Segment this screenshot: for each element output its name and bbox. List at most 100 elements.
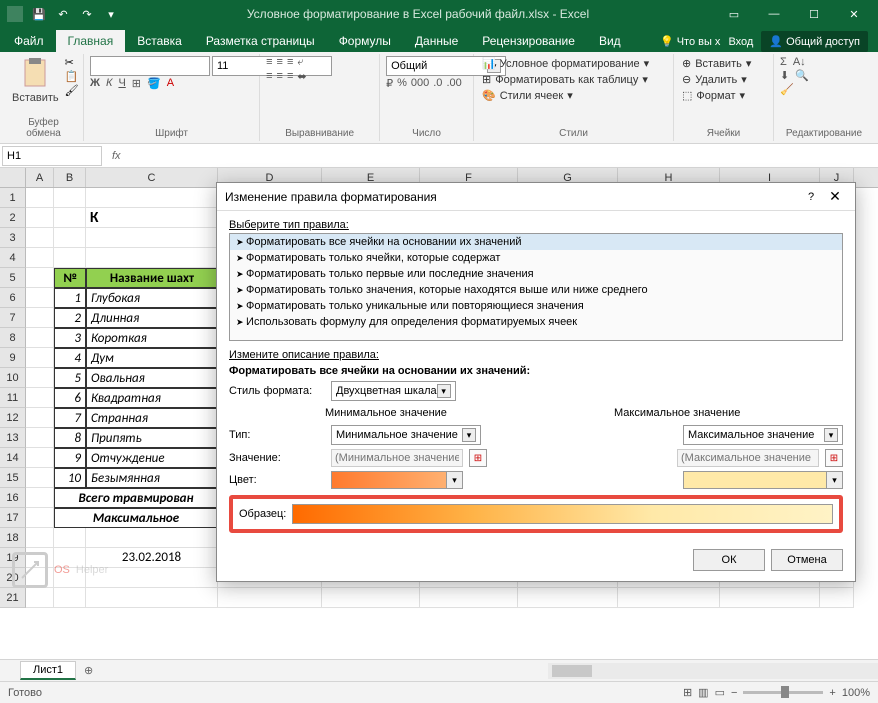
zoom-in[interactable]: + [829,687,835,699]
align-bot[interactable]: ≡ [287,56,293,69]
maximize-button[interactable]: ☐ [794,0,834,28]
cell[interactable] [26,348,54,368]
dec-dec[interactable]: .00 [446,77,461,90]
comma-button[interactable]: 000 [411,77,429,90]
undo-button[interactable]: ↶ [52,3,74,25]
rule-type-list[interactable]: Форматировать все ячейки на основании их… [229,233,843,341]
close-button[interactable]: ✕ [834,0,874,28]
cell[interactable] [86,188,218,208]
bold-button[interactable]: Ж [90,77,100,90]
col-header-C[interactable]: C [86,168,218,187]
view-break[interactable]: ▭ [715,686,725,699]
cell[interactable]: 1 [54,288,86,308]
format-painter-icon[interactable]: 🖌 [65,84,79,97]
rule-option[interactable]: Форматировать только уникальные или повт… [230,298,842,314]
align-right[interactable]: ≡ [287,70,293,83]
cell[interactable] [26,388,54,408]
cell[interactable]: 9 [54,448,86,468]
cell[interactable] [86,228,218,248]
min-value-input[interactable] [331,449,463,467]
cell[interactable]: 5 [54,368,86,388]
tab-home[interactable]: Главная [56,30,126,52]
autosum-button[interactable]: Σ [780,56,787,68]
share-button[interactable]: 👤 Общий доступ [761,31,868,52]
max-color-picker[interactable]: ▾ [683,471,843,489]
tab-data[interactable]: Данные [403,30,470,52]
format-cells[interactable]: ⬚ Формат ▾ [680,88,747,103]
dialog-help[interactable]: ? [799,191,823,203]
cell[interactable] [26,428,54,448]
fx-icon[interactable]: fx [104,150,129,162]
ok-button[interactable]: ОК [693,549,765,571]
cell[interactable] [26,448,54,468]
zoom-slider[interactable] [743,691,823,694]
align-mid[interactable]: ≡ [277,56,283,69]
cell[interactable]: Короткая [86,328,218,348]
cell[interactable] [54,228,86,248]
italic-button[interactable]: К [106,77,112,90]
cell[interactable] [26,488,54,508]
cell[interactable] [820,588,854,608]
cell[interactable] [26,528,54,548]
cell[interactable] [26,208,54,228]
rule-option[interactable]: Форматировать только значения, которые н… [230,282,842,298]
cell[interactable] [26,188,54,208]
cell[interactable] [322,588,420,608]
signin[interactable]: Вход [728,36,753,48]
max-ref-icon[interactable]: ⊞ [825,449,843,467]
cell[interactable] [54,528,86,548]
row-header[interactable]: 3 [0,228,26,248]
row-header[interactable]: 4 [0,248,26,268]
cell[interactable]: Всего травмирован [54,488,218,508]
row-header[interactable]: 11 [0,388,26,408]
rule-option[interactable]: Использовать формулу для определения фор… [230,314,842,330]
row-header[interactable]: 12 [0,408,26,428]
cell[interactable] [54,208,86,228]
cell[interactable] [26,288,54,308]
cell[interactable] [420,588,518,608]
format-style-combo[interactable]: Двухцветная шкала▾ [331,381,456,401]
cell[interactable] [720,588,820,608]
underline-button[interactable]: Ч [118,77,125,90]
cell[interactable] [26,408,54,428]
cut-icon[interactable]: ✂ [65,56,79,69]
cell[interactable]: № [54,268,86,288]
redo-button[interactable]: ↷ [76,3,98,25]
tab-file[interactable]: Файл [2,30,56,52]
cell[interactable] [54,588,86,608]
max-type-combo[interactable]: Максимальное значение▾ [683,425,843,445]
dialog-close[interactable]: ✕ [823,188,847,205]
new-sheet-button[interactable]: ⊕ [76,664,101,677]
wrap-text[interactable]: ⤶ [297,56,303,69]
min-ref-icon[interactable]: ⊞ [469,449,487,467]
cell[interactable]: Странная [86,408,218,428]
row-header[interactable]: 18 [0,528,26,548]
paste-button[interactable]: Вставить [10,56,61,106]
name-box[interactable] [2,146,102,166]
cell[interactable] [618,588,720,608]
ribbon-options[interactable]: ▭ [714,0,754,28]
currency-button[interactable]: ₽ [386,77,393,90]
save-button[interactable]: 💾 [28,3,50,25]
percent-button[interactable]: % [397,77,407,90]
format-as-table[interactable]: ⊞ Форматировать как таблицу ▾ [480,72,650,87]
hscrollbar[interactable] [548,663,878,679]
merge-button[interactable]: ⬌ [297,70,306,83]
cell[interactable] [86,588,218,608]
cell[interactable]: 4 [54,348,86,368]
cell[interactable] [26,368,54,388]
rule-option[interactable]: Форматировать все ячейки на основании их… [230,234,842,250]
cell[interactable] [26,308,54,328]
cell[interactable] [518,588,618,608]
row-header[interactable]: 21 [0,588,26,608]
find-button[interactable]: 🔍 [795,69,809,82]
border-button[interactable]: ⊞ [132,77,141,90]
min-type-combo[interactable]: Минимальное значение▾ [331,425,481,445]
cell[interactable]: Длинная [86,308,218,328]
row-header[interactable]: 16 [0,488,26,508]
cell[interactable]: Отчуждение [86,448,218,468]
font-name[interactable] [90,56,210,76]
cell[interactable]: Название шахт [86,268,218,288]
font-color-button[interactable]: A [167,77,174,90]
copy-icon[interactable]: 📋 [65,70,79,83]
